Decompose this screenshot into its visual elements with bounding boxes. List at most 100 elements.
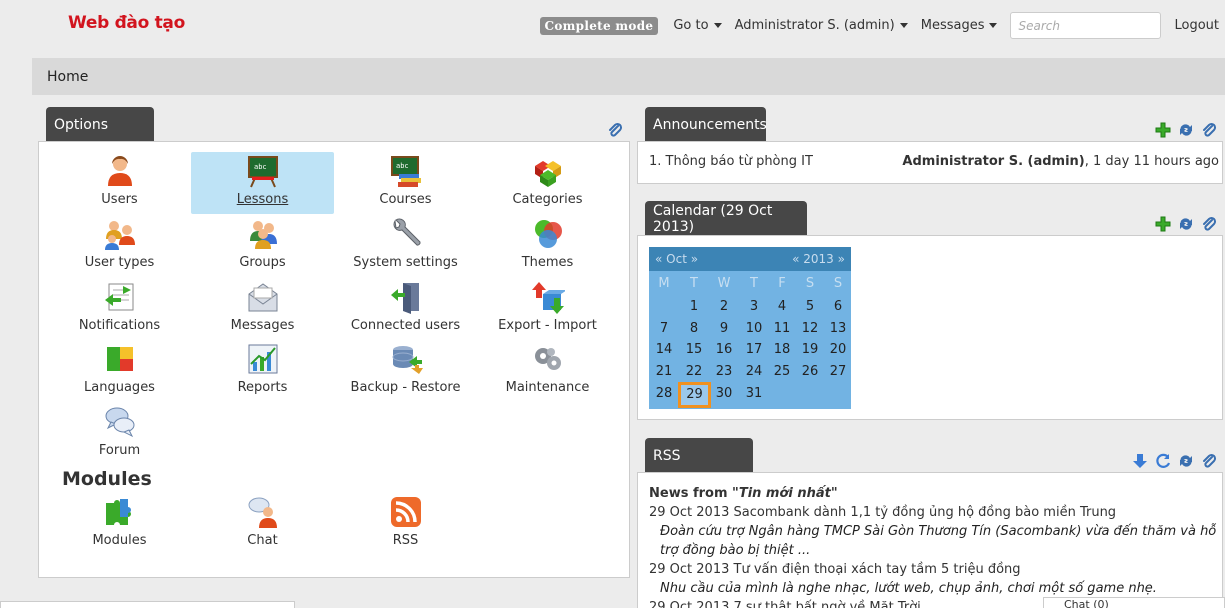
weekday-label: S [805,276,815,291]
option-groups[interactable]: Groups [191,215,334,277]
calendar-day[interactable]: 22 [680,362,708,382]
option-reports[interactable]: Reports [191,340,334,402]
calendar-day[interactable]: 24 [740,362,768,382]
calendar-day[interactable]: 6 [824,297,852,317]
prev-year-button[interactable]: « [792,252,799,266]
option-courses[interactable]: abc Courses [334,152,477,214]
rss-description: Đoàn cứu trợ Ngân hàng TMCP Sài Gòn Thươ… [660,524,1217,558]
option-notifications-label: Notifications [78,318,161,333]
calendar-day[interactable]: 10 [740,319,768,339]
logout-link[interactable]: Logout [1174,18,1219,33]
goto-menu[interactable]: Go to [673,18,722,33]
option-categories-label: Categories [512,192,583,207]
chat-float-bar[interactable]: Chat (0) [1043,597,1225,608]
calendar-day[interactable]: 26 [796,362,824,382]
calendar-day[interactable]: 9 [710,319,738,339]
chevron-down-icon [713,23,722,28]
option-categories[interactable]: Categories [476,152,619,214]
site-logo[interactable]: Web đào tạo [68,13,185,33]
calendar-day[interactable]: 4 [768,297,796,317]
announcement-author: Administrator S. (admin) [902,154,1085,169]
paperclip-icon[interactable] [1201,453,1217,469]
month-nav: « Oct » [655,252,698,266]
option-forum[interactable]: Forum [48,403,191,465]
rss-headline[interactable]: 29 Oct 2013 Tư vấn điện thoại xách tay t… [649,560,1219,579]
languages-icon [106,347,133,371]
user-menu[interactable]: Administrator S. (admin) [735,18,908,33]
calendar-day[interactable]: 8 [680,319,708,339]
option-chat[interactable]: Chat [191,493,334,555]
sort-icon[interactable] [1178,453,1194,469]
weekday-label: S [833,276,843,291]
forum-icon [105,407,134,438]
refresh-icon[interactable] [1155,453,1171,469]
calendar-day[interactable]: 12 [796,319,824,339]
calendar-day[interactable]: 20 [824,340,852,360]
next-month-button[interactable]: » [691,252,698,266]
arrow-down-icon[interactable] [1132,453,1148,469]
calendar-day[interactable]: 27 [824,362,852,382]
next-year-button[interactable]: » [838,252,845,266]
calendar-day[interactable]: 18 [768,340,796,360]
announcement-item: 1. Thông báo từ phòng IT Administrator S… [649,154,1219,169]
calendar-day[interactable]: 30 [710,384,738,404]
option-export-import[interactable]: Export - Import [476,278,619,340]
backup-restore-icon [392,346,423,374]
option-courses-label: Courses [379,192,432,207]
option-forum-label: Forum [98,443,141,458]
announcement-link[interactable]: 1. Thông báo từ phòng IT [649,154,813,169]
option-themes[interactable]: Themes [476,215,619,277]
rss-description: Nhu cầu của mình là nghe nhạc, lướt web,… [660,581,1157,596]
calendar-day[interactable]: 17 [740,340,768,360]
option-reports-label: Reports [237,380,288,395]
calendar-day[interactable]: 13 [824,319,852,339]
paperclip-icon[interactable] [1201,216,1217,232]
option-maintenance[interactable]: Maintenance [476,340,619,402]
complete-mode-badge[interactable]: Complete mode [539,16,659,35]
svg-text:abc: abc [396,162,409,170]
calendar-day[interactable]: 1 [680,297,708,317]
announcements-tab: Announcements [645,107,767,142]
option-rss[interactable]: RSS [334,493,477,555]
calendar-day[interactable]: 25 [768,362,796,382]
calendar-day[interactable]: 11 [768,319,796,339]
calendar-day[interactable]: 31 [740,384,768,404]
option-users[interactable]: Users [48,152,191,214]
calendar-day[interactable]: 7 [650,319,678,339]
add-icon[interactable] [1155,216,1171,232]
option-messages[interactable]: Messages [191,278,334,340]
messages-menu[interactable]: Messages [921,18,998,33]
search-input[interactable] [1010,12,1162,39]
option-backup-restore[interactable]: Backup - Restore [334,340,477,402]
option-notifications[interactable]: Notifications [48,278,191,340]
rss-source-prefix: News from " [649,486,739,501]
calendar-day-today[interactable]: 29 [678,382,711,408]
calendar-day[interactable]: 21 [650,362,678,382]
option-system-settings[interactable]: System settings [334,215,477,277]
sort-icon[interactable] [1178,122,1194,138]
calendar-tab: Calendar (29 Oct 2013) [645,201,807,236]
breadcrumb: Home [32,58,1225,95]
calendar-day[interactable]: 16 [710,340,738,360]
calendar-day[interactable]: 23 [710,362,738,382]
calendar-day[interactable]: 2 [710,297,738,317]
paperclip-icon[interactable] [1201,122,1217,138]
rss-headline[interactable]: 29 Oct 2013 Sacombank dành 1,1 tỷ đồng ủ… [649,503,1219,522]
option-connected-users[interactable]: Connected users [334,278,477,340]
calendar-day[interactable]: 28 [650,384,678,404]
calendar-day[interactable]: 14 [650,340,678,360]
paperclip-icon[interactable] [607,122,623,138]
option-lessons[interactable]: abc Lessons [191,152,334,214]
add-icon[interactable] [1155,122,1171,138]
option-modules[interactable]: Modules [48,493,191,555]
prev-month-button[interactable]: « [655,252,662,266]
calendar-day[interactable]: 5 [796,297,824,317]
sort-icon[interactable] [1178,216,1194,232]
option-export-import-label: Export - Import [498,318,597,333]
breadcrumb-home[interactable]: Home [47,69,88,85]
option-user-types[interactable]: User types [48,215,191,277]
calendar-day[interactable]: 15 [680,340,708,360]
calendar-day[interactable]: 3 [740,297,768,317]
calendar-day[interactable]: 19 [796,340,824,360]
option-languages[interactable]: Languages [48,340,191,402]
